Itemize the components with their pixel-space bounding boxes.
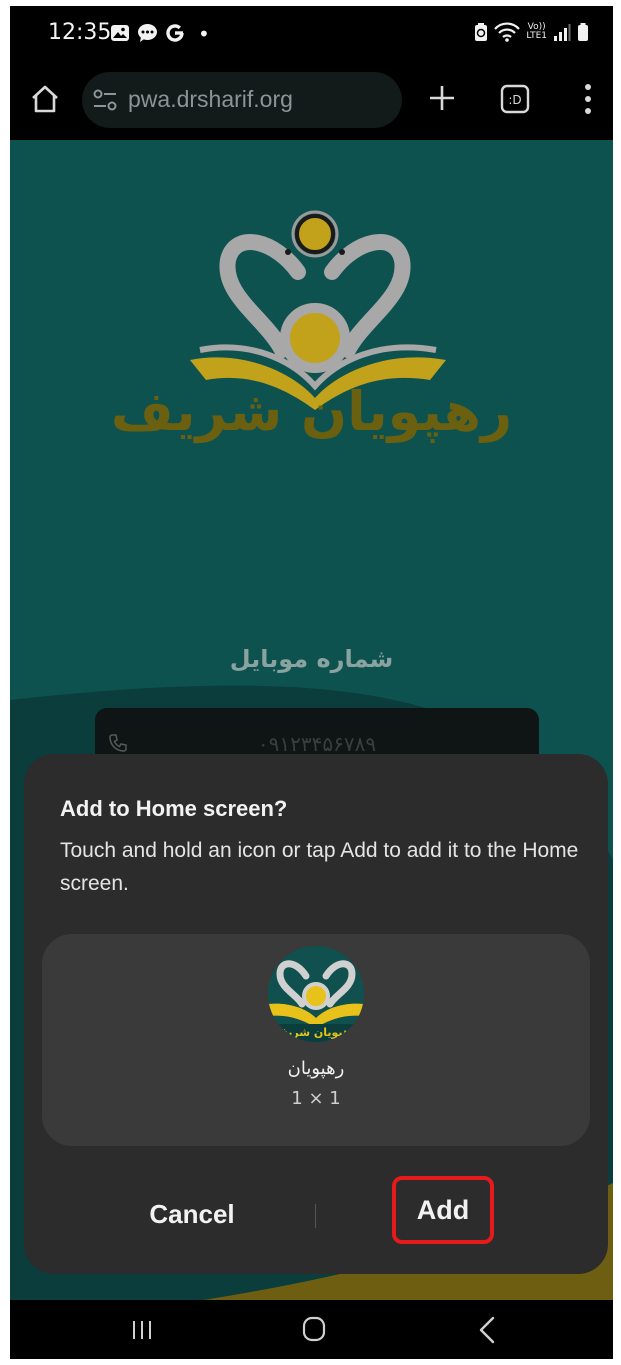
status-bar: 12:35 • Vo)) LTE1 [10, 6, 613, 64]
app-icon-logo: رهپویان شریف [268, 946, 364, 1042]
gallery-icon [111, 25, 129, 41]
more-options-icon[interactable] [582, 82, 594, 116]
tab-switcher-label: :D [508, 93, 521, 107]
phone-screen: 12:35 • Vo)) LTE1 pwa.drsharif.org:D ره… [10, 6, 613, 1359]
button-divider [315, 1204, 316, 1228]
cancel-button[interactable]: Cancel [112, 1184, 272, 1244]
new-tab-icon[interactable] [428, 84, 456, 112]
brand-name: رهپویان شریف [110, 380, 513, 443]
battery-icon [578, 23, 588, 41]
site-settings-icon[interactable] [92, 88, 118, 112]
notification-icons [110, 23, 185, 43]
browser-toolbar: pwa.drsharif.org :D [10, 64, 613, 140]
back-icon[interactable] [478, 1316, 496, 1344]
google-icon [166, 24, 184, 42]
nav-home-icon[interactable] [302, 1316, 326, 1342]
volte-bottom: LTE1 [526, 31, 547, 41]
recents-icon[interactable] [130, 1318, 154, 1342]
shortcut-preview-card[interactable]: رهپویان شریف رهپویان 1 × 1 [42, 934, 590, 1146]
mobile-number-placeholder: ۰۹۱۲۳۴۵۶۷۸۹ [257, 732, 377, 756]
dialog-title: Add to Home screen? [60, 796, 288, 821]
mobile-number-label: شماره موبایل [229, 645, 394, 673]
url-text[interactable]: pwa.drsharif.org [128, 86, 293, 113]
add-to-home-dialog: Add to Home screen? Touch and hold an ic… [24, 754, 608, 1274]
wifi-icon [494, 22, 521, 42]
home-icon[interactable] [30, 84, 60, 114]
tab-switcher-icon[interactable]: :D [500, 84, 530, 114]
notification-dot: • [198, 22, 210, 46]
volte-indicator: Vo)) LTE1 [526, 23, 547, 41]
widget-size: 1 × 1 [291, 1088, 341, 1109]
address-bar[interactable]: pwa.drsharif.org [82, 72, 402, 128]
add-button[interactable]: Add [392, 1176, 494, 1244]
status-time: 12:35 [48, 20, 112, 45]
app-name: رهپویان [287, 1058, 345, 1079]
chat-icon [138, 24, 157, 42]
signal-icon [554, 24, 571, 41]
system-icons: Vo)) LTE1 [474, 22, 589, 42]
app-icon-text: رهپویان شریف [275, 1026, 357, 1039]
dialog-message: Touch and hold an icon or tap Add to add… [60, 839, 579, 895]
battery-saver-icon [475, 23, 488, 41]
app-icon[interactable]: رهپویان شریف [268, 946, 364, 1042]
navigation-bar [10, 1300, 613, 1359]
